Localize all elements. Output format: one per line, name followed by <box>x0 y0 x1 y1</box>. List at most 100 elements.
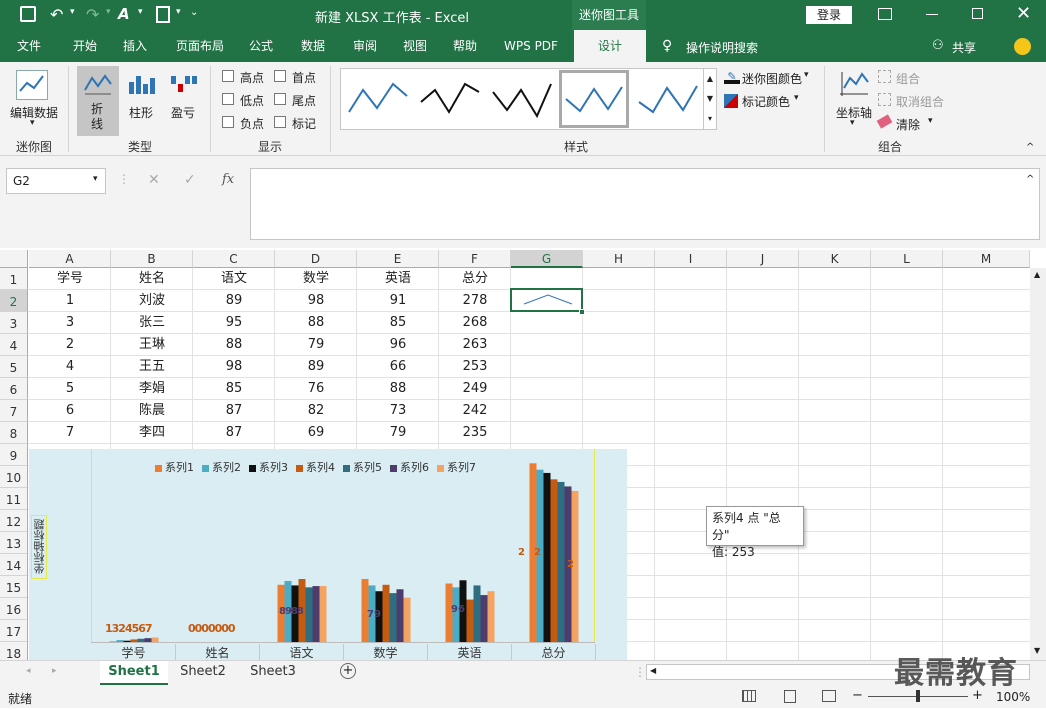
tab-file[interactable]: 文件 <box>6 30 52 62</box>
row-header-8[interactable]: 8 <box>0 422 28 444</box>
tab-home[interactable]: 开始 <box>62 30 108 62</box>
row-header-3[interactable]: 3 <box>0 312 28 334</box>
bar-系列4-总分[interactable] <box>550 479 558 642</box>
group-icon[interactable] <box>878 70 891 83</box>
clear-button[interactable]: 清除 <box>896 116 920 133</box>
column-header-K[interactable]: K <box>799 250 871 268</box>
tab-formulas[interactable]: 公式 <box>238 30 284 62</box>
share-button[interactable]: 共享 <box>952 39 976 56</box>
row-header-16[interactable]: 16 <box>0 598 28 620</box>
table-cell[interactable]: 87 <box>193 422 275 444</box>
tab-page-layout[interactable]: 页面布局 <box>168 30 232 62</box>
column-header-E[interactable]: E <box>357 250 439 268</box>
ribbon-display-icon[interactable] <box>878 8 892 20</box>
table-cell[interactable]: 89 <box>193 290 275 312</box>
table-cell[interactable]: 242 <box>439 400 511 422</box>
row-header-17[interactable]: 17 <box>0 620 28 642</box>
winloss-type-button[interactable]: 盈亏 <box>166 104 200 121</box>
table-cell[interactable]: 4 <box>29 356 111 378</box>
bar-系列4-英语[interactable] <box>466 599 474 642</box>
table-cell[interactable]: 陈晨 <box>111 400 193 422</box>
bar-系列6-语文[interactable] <box>312 586 320 642</box>
style-option-1[interactable] <box>343 72 411 128</box>
sheet-tab-1[interactable]: Sheet1 <box>100 661 168 685</box>
header-cell[interactable]: 语文 <box>193 268 275 290</box>
next-sheet-icon[interactable]: ▸ <box>52 666 57 676</box>
row-header-7[interactable]: 7 <box>0 400 28 422</box>
tab-help[interactable]: 帮助 <box>442 30 488 62</box>
ungroup-icon[interactable] <box>878 93 891 106</box>
sheet-tab-3[interactable]: Sheet3 <box>240 661 306 685</box>
table-cell[interactable]: 3 <box>29 312 111 334</box>
table-cell[interactable]: 235 <box>439 422 511 444</box>
column-header-J[interactable]: J <box>727 250 799 268</box>
table-cell[interactable]: 5 <box>29 378 111 400</box>
column-header-G[interactable]: G <box>511 250 583 268</box>
bar-系列4-数学[interactable] <box>382 584 390 642</box>
gallery-scroll[interactable]: ▲ ▼ ▾ <box>703 68 717 130</box>
save-icon[interactable] <box>20 6 36 22</box>
table-cell[interactable]: 278 <box>439 290 511 312</box>
table-cell[interactable]: 88 <box>275 312 357 334</box>
fill-handle[interactable] <box>579 309 585 315</box>
prev-sheet-icon[interactable]: ◂ <box>26 666 31 676</box>
preview-dropdown-icon[interactable]: ▾ <box>176 7 181 17</box>
column-header-L[interactable]: L <box>871 250 943 268</box>
table-cell[interactable]: 88 <box>357 378 439 400</box>
normal-view-icon[interactable] <box>742 690 756 702</box>
sheet-tab-2[interactable]: Sheet2 <box>170 661 236 685</box>
axis-icon[interactable] <box>838 70 870 100</box>
table-cell[interactable]: 2 <box>29 334 111 356</box>
marker-color-dropdown-icon[interactable]: ▾ <box>794 93 799 103</box>
eraser-icon[interactable] <box>876 114 893 129</box>
zoom-level[interactable]: 100% <box>996 690 1030 704</box>
tab-insert[interactable]: 插入 <box>112 30 158 62</box>
page-layout-view-icon[interactable] <box>784 690 796 703</box>
header-cell[interactable]: 总分 <box>439 268 511 290</box>
last-point-checkbox[interactable] <box>274 93 286 105</box>
row-header-1[interactable]: 1 <box>0 268 28 290</box>
collapse-ribbon-icon[interactable]: ^ <box>1026 142 1034 153</box>
select-all-corner[interactable] <box>0 250 28 268</box>
name-box-dropdown-icon[interactable]: ▾ <box>93 174 98 184</box>
sparkline-color-button[interactable]: 迷你图颜色 <box>742 70 802 87</box>
row-header-12[interactable]: 12 <box>0 510 28 532</box>
column-chart-icon[interactable] <box>126 70 156 98</box>
table-cell[interactable]: 89 <box>275 356 357 378</box>
table-cell[interactable]: 85 <box>193 378 275 400</box>
sparkline-color-icon[interactable]: ✎ <box>724 70 740 84</box>
column-header-C[interactable]: C <box>193 250 275 268</box>
winloss-chart-icon[interactable] <box>168 70 198 98</box>
negative-point-checkbox[interactable] <box>222 116 234 128</box>
table-cell[interactable]: 李四 <box>111 422 193 444</box>
bar-系列7-英语[interactable] <box>487 591 495 642</box>
row-header-11[interactable]: 11 <box>0 488 28 510</box>
table-cell[interactable]: 88 <box>193 334 275 356</box>
zoom-out-icon[interactable]: − <box>852 688 863 703</box>
table-cell[interactable]: 263 <box>439 334 511 356</box>
table-cell[interactable]: 66 <box>357 356 439 378</box>
bar-系列7-数学[interactable] <box>403 597 411 642</box>
add-sheet-icon[interactable]: + <box>340 663 356 679</box>
table-cell[interactable]: 253 <box>439 356 511 378</box>
bar-系列3-总分[interactable] <box>543 472 551 642</box>
header-cell[interactable]: 英语 <box>357 268 439 290</box>
login-button[interactable]: 登录 <box>806 6 852 24</box>
selected-cell-g2[interactable] <box>510 288 583 312</box>
table-cell[interactable]: 91 <box>357 290 439 312</box>
row-header-13[interactable]: 13 <box>0 532 28 554</box>
table-cell[interactable]: 6 <box>29 400 111 422</box>
table-cell[interactable]: 69 <box>275 422 357 444</box>
bar-系列5-语文[interactable] <box>305 587 313 642</box>
tab-data[interactable]: 数据 <box>290 30 336 62</box>
edit-data-dropdown-icon[interactable]: ▾ <box>30 118 35 128</box>
table-cell[interactable]: 87 <box>193 400 275 422</box>
bar-系列6-数学[interactable] <box>396 589 404 642</box>
scroll-left-icon[interactable]: ◀ <box>650 666 656 675</box>
print-preview-icon[interactable] <box>156 6 170 23</box>
table-cell[interactable]: 95 <box>193 312 275 334</box>
table-cell[interactable]: 73 <box>357 400 439 422</box>
vertical-scrollbar[interactable]: ▲ ▼ <box>1030 268 1046 660</box>
table-cell[interactable]: 7 <box>29 422 111 444</box>
header-cell[interactable]: 学号 <box>29 268 111 290</box>
